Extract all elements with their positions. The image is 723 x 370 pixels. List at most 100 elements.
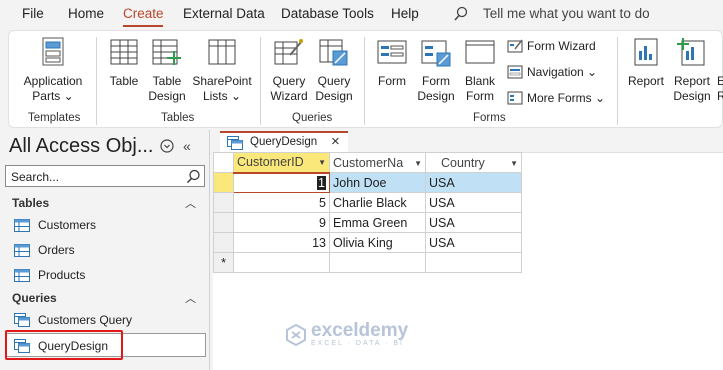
table-row[interactable]: 1 John Doe USA	[213, 172, 522, 193]
sharepoint-label-1: SharePoint	[192, 74, 252, 88]
cell-customerid[interactable]: 13	[233, 232, 330, 253]
query-design-icon	[312, 37, 356, 71]
nav-item-customers-query[interactable]: Customers Query	[14, 313, 132, 327]
row-selector[interactable]	[213, 172, 234, 193]
tell-me-box[interactable]: Tell me what you want to do	[483, 6, 650, 21]
row-selector[interactable]	[213, 232, 234, 253]
close-icon[interactable]: ×	[331, 133, 340, 150]
navigation-button[interactable]: Navigation ⌄	[507, 65, 597, 79]
nav-group-tables[interactable]: Tables	[12, 196, 49, 210]
table-row[interactable]: 9 Emma Green USA	[213, 212, 522, 233]
report-design-button[interactable]: Report Design	[669, 37, 715, 104]
search-icon[interactable]	[186, 169, 201, 184]
report-button[interactable]: Report	[623, 37, 669, 89]
column-header-customername[interactable]: CustomerNa ▼	[329, 152, 426, 173]
table-row[interactable]: 13 Olivia King USA	[213, 232, 522, 253]
application-parts-label-1: Application	[23, 74, 83, 88]
nav-item-orders[interactable]: Orders	[14, 243, 75, 257]
application-parts-icon	[17, 37, 89, 71]
nav-menu-circle-icon[interactable]	[160, 139, 174, 156]
ribbon-separator	[260, 37, 261, 125]
table-design-label-2: Design	[148, 89, 186, 103]
menu-bar: File Home Create External Data Database …	[0, 0, 723, 28]
chevron-up-icon[interactable]: ︿	[185, 195, 196, 211]
select-all-cell[interactable]	[213, 152, 234, 173]
column-dropdown-icon[interactable]: ▼	[318, 158, 326, 167]
cell-country[interactable]: USA	[425, 232, 522, 253]
table-design-button[interactable]: Table Design	[147, 37, 187, 104]
form-design-label-1: Form	[422, 74, 450, 88]
table-icon	[14, 243, 30, 257]
cell-customerid[interactable]: 5	[233, 192, 330, 213]
query-wizard-button[interactable]: Query Wizard	[267, 37, 311, 104]
nav-item-products[interactable]: Products	[14, 268, 85, 282]
menu-help[interactable]: Help	[391, 6, 419, 21]
column-header-country[interactable]: Country ▼	[425, 152, 522, 173]
table-icon	[104, 37, 144, 71]
more-forms-label: More Forms ⌄	[527, 91, 606, 105]
menu-create[interactable]: Create	[123, 6, 164, 21]
cell-customername[interactable]	[329, 252, 426, 273]
navigation-icon	[507, 65, 523, 79]
menu-external-data[interactable]: External Data	[183, 6, 265, 21]
cell-customername[interactable]: Charlie Black	[329, 192, 426, 213]
row-selector[interactable]	[213, 192, 234, 213]
cell-country[interactable]: USA	[425, 192, 522, 213]
menu-database-tools[interactable]: Database Tools	[281, 6, 374, 21]
blank-form-button[interactable]: Blank Form	[460, 37, 500, 104]
nav-item-customers[interactable]: Customers	[14, 218, 96, 232]
active-menu-underline	[123, 25, 163, 27]
form-design-icon	[415, 37, 457, 71]
table-icon	[14, 218, 30, 232]
cell-customername[interactable]: Olivia King	[329, 232, 426, 253]
cell-customerid[interactable]	[233, 252, 330, 273]
table-row[interactable]: 5 Charlie Black USA	[213, 192, 522, 213]
cell-country[interactable]: USA	[425, 172, 522, 193]
column-header-customerid[interactable]: CustomerID ▼	[233, 152, 330, 174]
collapse-chevron-icon[interactable]: «	[183, 138, 191, 154]
query-icon	[14, 313, 30, 327]
sharepoint-lists-icon	[191, 37, 253, 71]
more-forms-button[interactable]: More Forms ⌄	[507, 91, 605, 105]
column-header-label: Country	[441, 155, 485, 170]
blank-form-label-2: Form	[466, 89, 494, 103]
column-dropdown-icon[interactable]: ▼	[414, 159, 422, 168]
cell-country[interactable]: USA	[425, 212, 522, 233]
row-selector[interactable]	[213, 212, 234, 233]
table-icon	[14, 268, 30, 282]
cell-customerid[interactable]: 1	[233, 172, 330, 193]
new-record-marker[interactable]: *	[213, 252, 234, 273]
column-header-label: CustomerNa	[333, 155, 404, 170]
column-dropdown-icon[interactable]: ▼	[510, 159, 518, 168]
column-header-label: CustomerID	[237, 155, 304, 170]
report-design-icon	[669, 37, 715, 71]
table-design-icon	[147, 37, 187, 71]
application-parts-button[interactable]: Application Parts ⌄	[17, 37, 89, 104]
menu-file[interactable]: File	[22, 6, 44, 21]
new-record-row[interactable]: *	[213, 252, 522, 273]
partial-report-button[interactable]: E R	[717, 74, 723, 104]
group-label-queries: Queries	[292, 112, 333, 124]
ribbon-separator	[617, 37, 618, 125]
nav-group-queries[interactable]: Queries	[12, 291, 57, 305]
nav-pane-title[interactable]: All Access Obj...	[9, 135, 154, 158]
cell-customerid[interactable]: 9	[233, 212, 330, 233]
form-wizard-button[interactable]: Form Wizard	[507, 39, 596, 53]
query-design-button[interactable]: Query Design	[312, 37, 356, 104]
chevron-up-icon[interactable]: ︿	[185, 290, 196, 306]
sharepoint-lists-button[interactable]: SharePoint Lists ⌄	[191, 37, 253, 104]
tab-querydesign[interactable]: QueryDesign ×	[220, 131, 348, 152]
cell-country[interactable]	[425, 252, 522, 273]
form-design-button[interactable]: Form Design	[415, 37, 457, 104]
lightbulb-search-icon[interactable]	[453, 6, 469, 25]
blank-form-icon	[460, 37, 500, 71]
menu-home[interactable]: Home	[68, 6, 104, 21]
watermark-logo: exceldemy EXCEL · DATA · BI	[285, 321, 408, 347]
group-label-tables: Tables	[161, 112, 195, 124]
table-button[interactable]: Table	[104, 37, 144, 89]
form-button[interactable]: Form	[371, 37, 413, 89]
cell-customername[interactable]: John Doe	[329, 172, 426, 193]
cell-customername[interactable]: Emma Green	[329, 212, 426, 233]
form-design-label-2: Design	[417, 89, 455, 103]
nav-search-input[interactable]: Search...	[5, 165, 205, 187]
